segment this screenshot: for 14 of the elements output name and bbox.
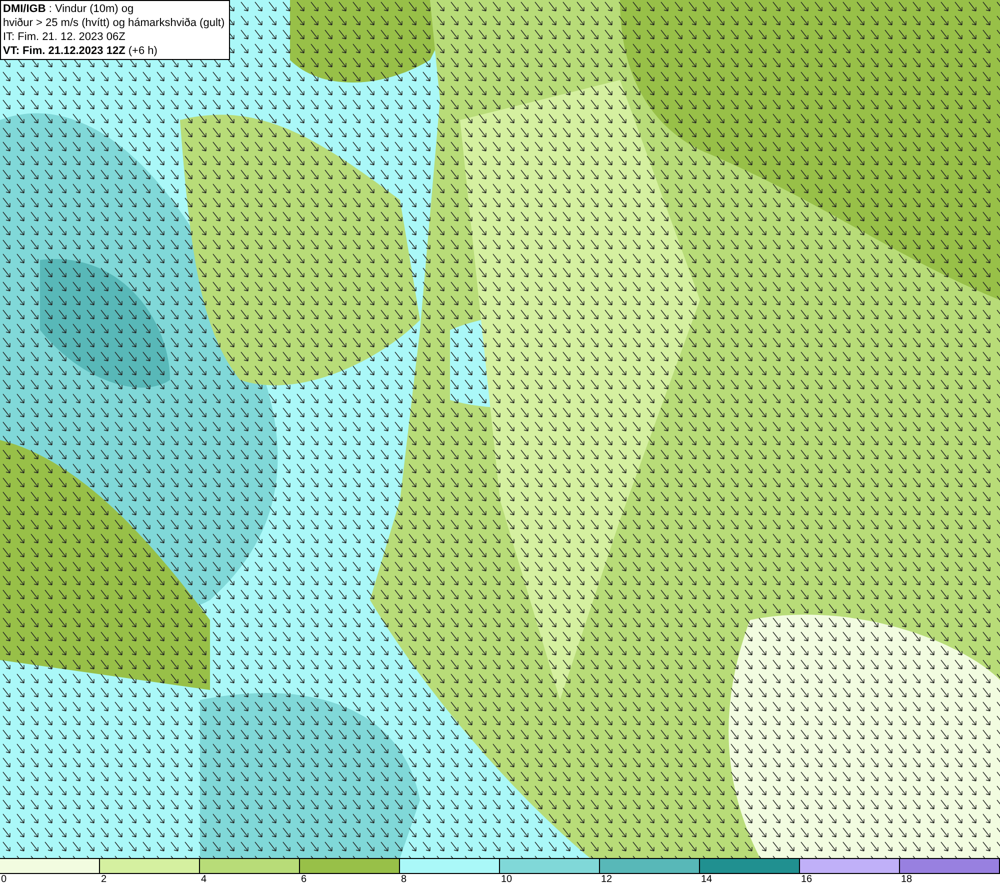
legend-tick-label: 8: [401, 874, 407, 886]
legend-tick-label: 12: [601, 874, 612, 886]
legend-tick-label: 10: [501, 874, 512, 886]
caption-line: IT: Fim. 21. 12. 2023 06Z: [3, 30, 126, 44]
legend-tick-label: 14: [701, 874, 712, 886]
legend-tick-label: 16: [801, 874, 812, 886]
caption-line: VT: Fim. 21.12.2023 12Z (+6 h): [3, 44, 158, 58]
legend-tick-label: 18: [901, 874, 912, 886]
legend-tick-label: 2: [101, 874, 107, 886]
caption-line: DMI/IGB : Vindur (10m) og: [3, 2, 135, 16]
legend-tick-label: 4: [201, 874, 207, 886]
legend-tick-label: 6: [301, 874, 307, 886]
legend-tick-label: 0: [1, 874, 7, 886]
caption-line: hviður > 25 m/s (hvítt) og hámarkshviða (gult): [3, 16, 226, 30]
